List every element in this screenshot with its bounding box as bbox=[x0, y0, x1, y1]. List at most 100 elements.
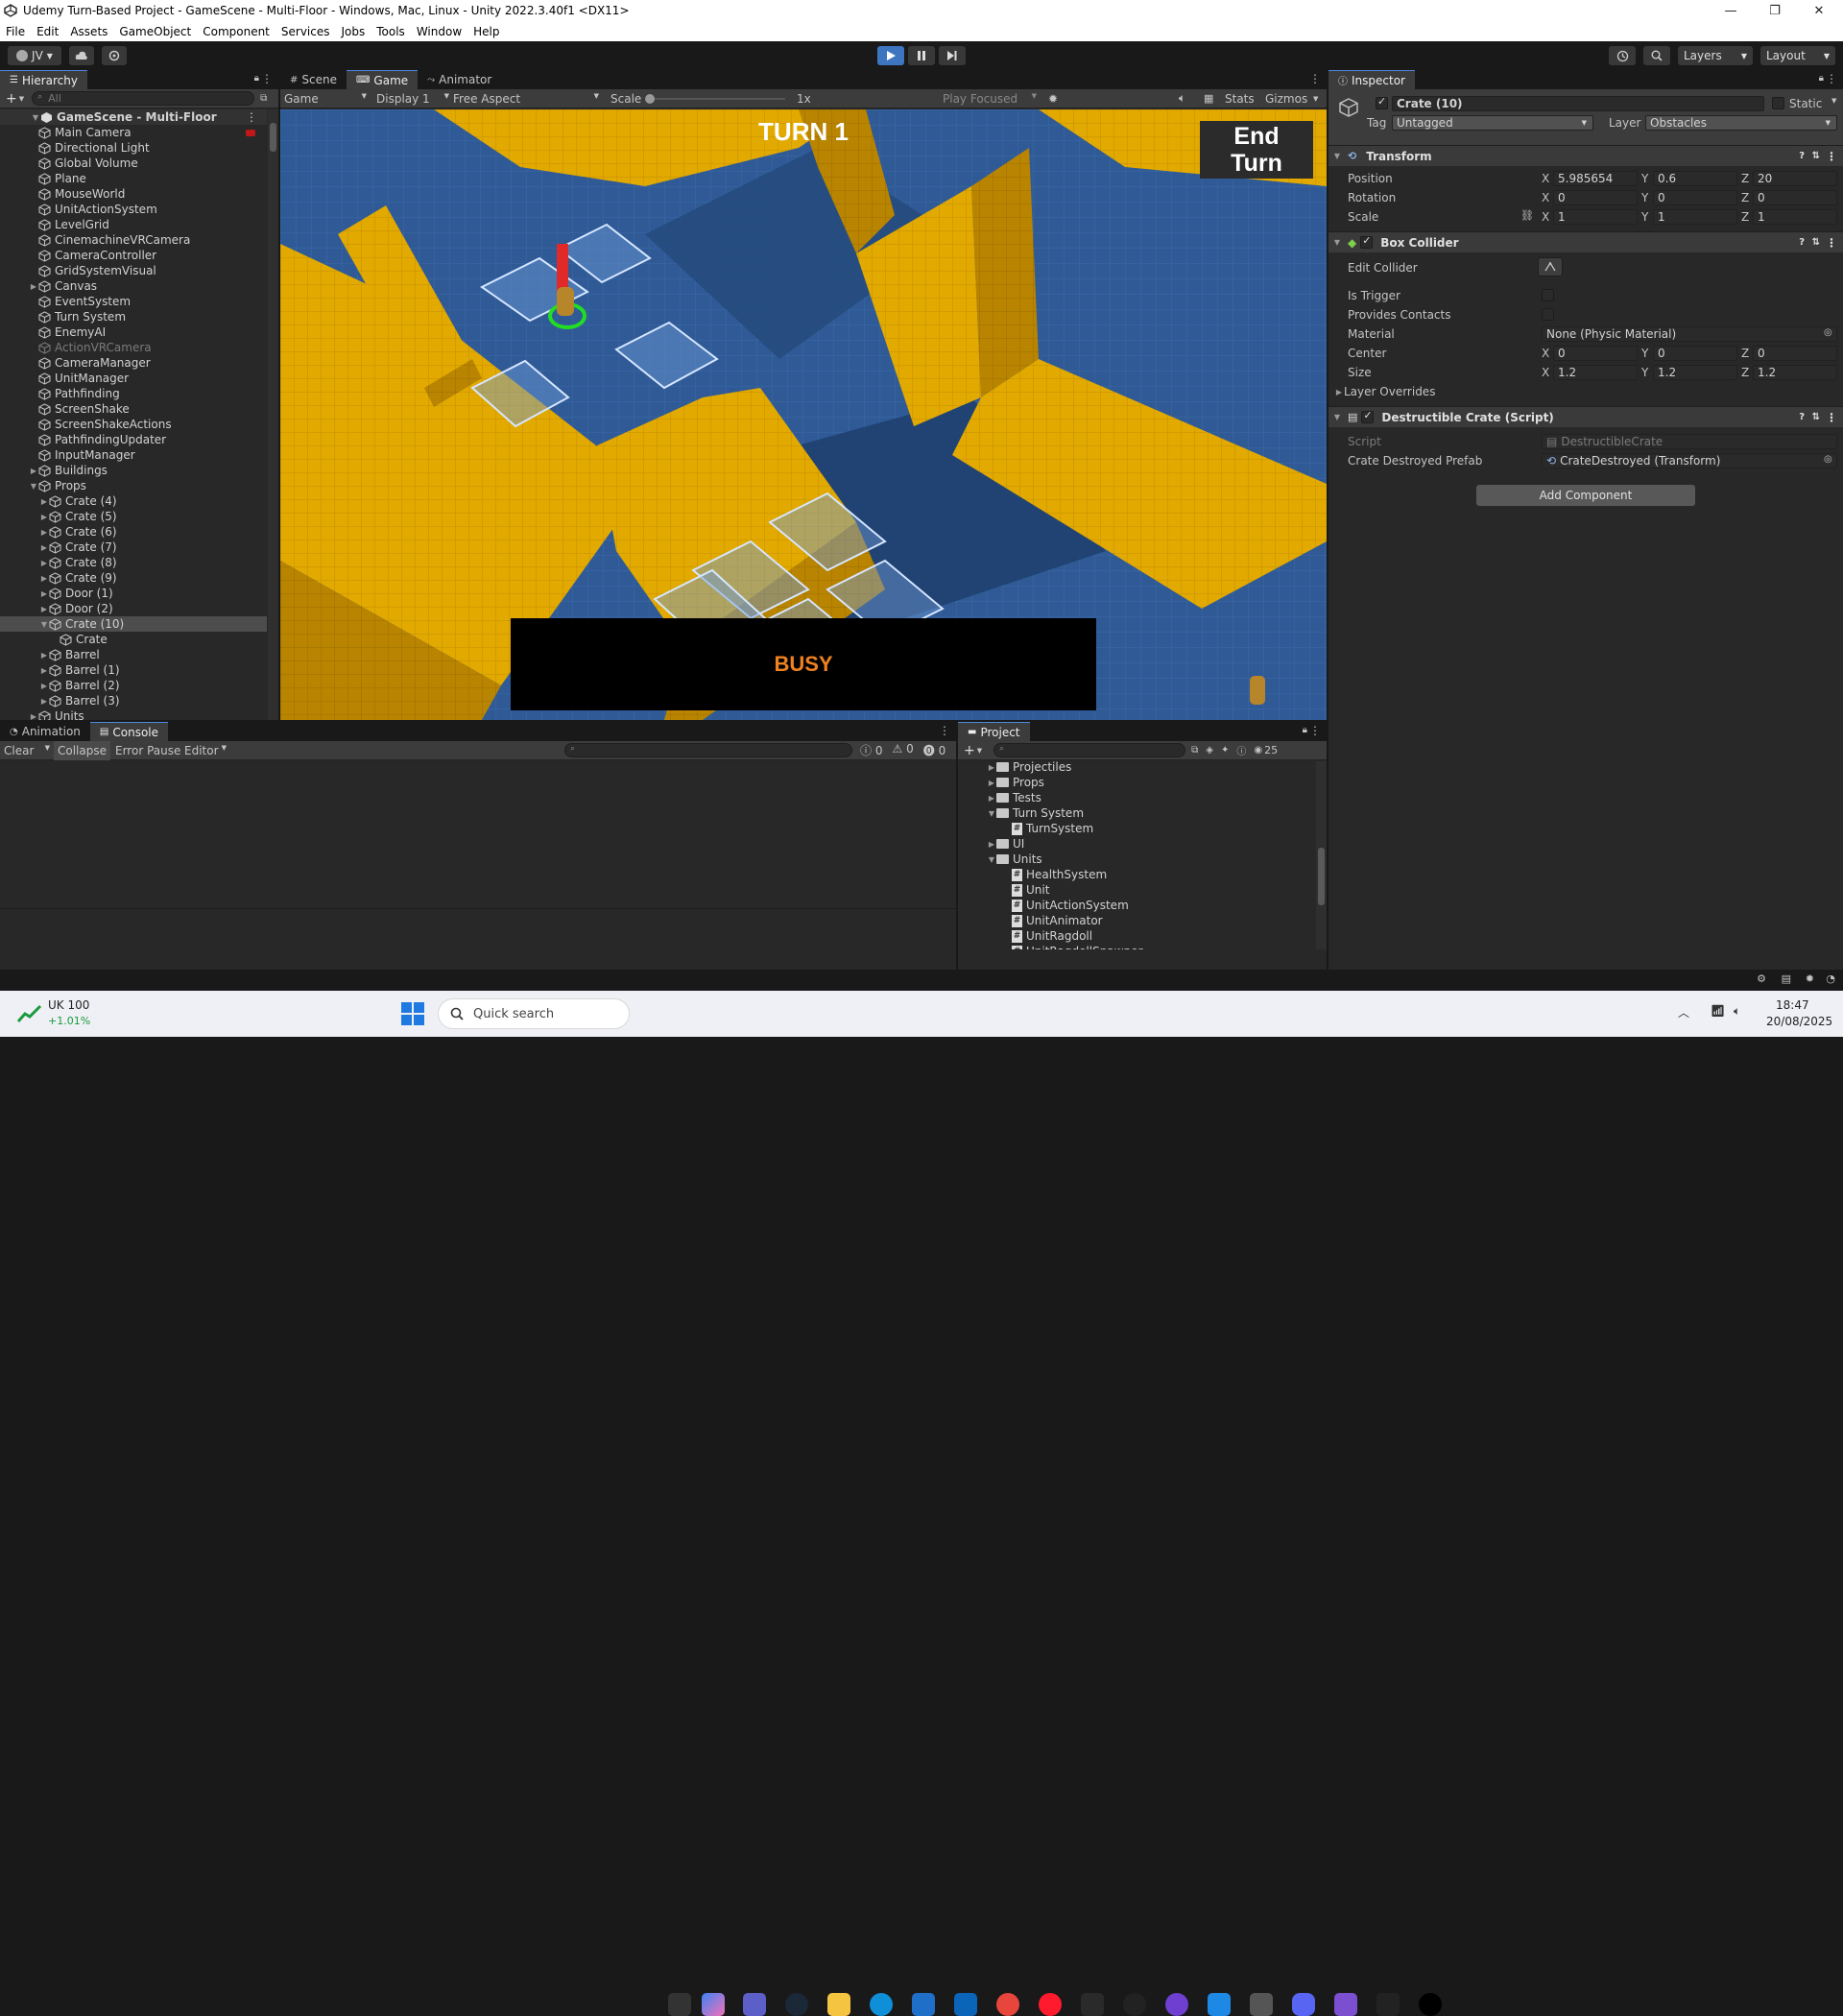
collab-button[interactable] bbox=[102, 46, 127, 65]
object-picker-icon[interactable]: ◎ bbox=[1824, 327, 1832, 338]
center-y-field[interactable]: 0 bbox=[1653, 346, 1737, 361]
menu-window[interactable]: Window bbox=[411, 25, 467, 38]
network-icon[interactable]: ⚙ bbox=[1757, 972, 1766, 985]
size-x-field[interactable]: 1.2 bbox=[1553, 365, 1638, 380]
constrain-proportions-icon[interactable]: ⛓ bbox=[1520, 209, 1534, 222]
hierarchy-item[interactable]: Pathfinding bbox=[0, 386, 267, 401]
hierarchy-item[interactable]: ▶ Canvas bbox=[0, 278, 267, 294]
clock-date[interactable]: 20/08/2025 bbox=[1766, 1015, 1832, 1028]
cloud-button[interactable] bbox=[69, 46, 94, 65]
expand-arrow-icon[interactable]: ▶ bbox=[39, 605, 49, 613]
unity-editor-icon[interactable] bbox=[1376, 1993, 1400, 2016]
kebab-menu-icon[interactable]: ⋮ bbox=[261, 72, 273, 85]
hierarchy-item[interactable]: PathfindingUpdater bbox=[0, 432, 267, 447]
project-item[interactable]: # UnitAnimator bbox=[958, 913, 1315, 928]
account-dropdown[interactable]: JV ▼ bbox=[8, 46, 61, 65]
expand-arrow-icon[interactable]: ▶ bbox=[39, 666, 49, 675]
wifi-icon[interactable]: 📶︎ bbox=[1711, 1004, 1725, 1018]
opera-icon[interactable] bbox=[1039, 1993, 1062, 2016]
hierarchy-item[interactable]: ▶ Barrel (2) bbox=[0, 678, 267, 693]
hierarchy-item[interactable]: ScreenShakeActions bbox=[0, 417, 267, 432]
hierarchy-item[interactable]: EnemyAI bbox=[0, 324, 267, 340]
expand-arrow-icon[interactable]: ▶ bbox=[39, 574, 49, 583]
position-x-field[interactable]: 5.985654 bbox=[1553, 171, 1638, 186]
search-by-label-icon[interactable]: ◈ bbox=[1206, 745, 1213, 756]
tab-scene[interactable]: # Scene bbox=[280, 70, 347, 89]
expand-arrow-icon[interactable]: ▼ bbox=[39, 620, 49, 629]
layer-dropdown[interactable]: Obstacles ▼ bbox=[1645, 115, 1837, 131]
project-search-input[interactable]: ⌕ bbox=[993, 743, 1186, 757]
menu-tools[interactable]: Tools bbox=[371, 25, 411, 38]
vscode-icon[interactable] bbox=[1208, 1993, 1231, 2016]
expand-arrow-icon[interactable]: ▶ bbox=[39, 559, 49, 567]
expand-arrow-icon[interactable]: ▶ bbox=[39, 528, 49, 537]
help-icon[interactable]: ? bbox=[1799, 151, 1805, 161]
scale-slider-handle[interactable] bbox=[645, 94, 655, 104]
edit-collider-button[interactable] bbox=[1538, 257, 1563, 276]
step-button[interactable] bbox=[939, 46, 966, 65]
position-y-field[interactable]: 0.6 bbox=[1653, 171, 1737, 186]
provides-contacts-checkbox[interactable] bbox=[1542, 308, 1554, 321]
hierarchy-item[interactable]: ▶ Door (2) bbox=[0, 601, 267, 616]
object-name-field[interactable]: Crate (10) bbox=[1392, 96, 1764, 111]
play-button[interactable] bbox=[877, 46, 904, 65]
tab-animator[interactable]: ⤳ Animator bbox=[418, 70, 501, 89]
transform-header[interactable]: ▼ ⟲ Transform ? ⇅ ⋮ bbox=[1328, 145, 1843, 166]
kebab-menu-icon[interactable]: ⋮ bbox=[1826, 411, 1837, 424]
info-count-toggle[interactable]: ⓘ 0 bbox=[860, 742, 882, 758]
scrollbar-thumb[interactable] bbox=[270, 123, 276, 152]
expand-arrow-icon[interactable]: ▼ bbox=[987, 855, 996, 864]
lock-icon[interactable]: 🔒︎ bbox=[1303, 725, 1307, 735]
kebab-menu-icon[interactable]: ⋮ bbox=[1826, 236, 1837, 250]
rotation-z-field[interactable]: 0 bbox=[1753, 190, 1837, 205]
taskbar-search-input[interactable]: Quick search bbox=[438, 998, 630, 1029]
expand-arrow-icon[interactable]: ▶ bbox=[39, 589, 49, 598]
tab-console[interactable]: ▤ Console bbox=[89, 722, 169, 741]
size-y-field[interactable]: 1.2 bbox=[1653, 365, 1737, 380]
collapse-toggle[interactable]: Collapse bbox=[54, 740, 110, 760]
windows-start-button[interactable] bbox=[401, 1002, 424, 1025]
expand-arrow-icon[interactable]: ▶ bbox=[39, 543, 49, 552]
hierarchy-item[interactable]: GridSystemVisual bbox=[0, 263, 267, 278]
maximize-button[interactable]: ❐ bbox=[1753, 0, 1797, 21]
rotation-x-field[interactable]: 0 bbox=[1553, 190, 1638, 205]
bug-icon[interactable]: ✹ bbox=[1048, 92, 1058, 106]
object-picker-icon[interactable]: ◎ bbox=[1824, 454, 1832, 465]
eye-icon[interactable]: ◉ bbox=[1254, 745, 1262, 756]
chevron-down-icon[interactable]: ▼ bbox=[977, 747, 982, 755]
hierarchy-item[interactable]: ▶ Crate (9) bbox=[0, 570, 267, 586]
project-item[interactable]: # TurnSystem bbox=[958, 821, 1315, 836]
hierarchy-item[interactable]: ▶ Units bbox=[0, 708, 267, 720]
error-pause-toggle[interactable]: Error Pause bbox=[115, 744, 180, 757]
static-checkbox[interactable] bbox=[1772, 97, 1784, 109]
box-collider-enabled-checkbox[interactable]: ✓ bbox=[1360, 234, 1374, 249]
undo-history-button[interactable] bbox=[1609, 46, 1636, 65]
kebab-menu-icon[interactable]: ⋮ bbox=[1309, 724, 1321, 737]
box-collider-header[interactable]: ▼ ◆ ✓ Box Collider ? ⇅ ⋮ bbox=[1328, 231, 1843, 252]
add-icon[interactable]: + bbox=[6, 91, 17, 107]
aspect-dropdown[interactable]: Free Aspect ▼ bbox=[453, 92, 599, 106]
layers-dropdown[interactable]: Layers ▼ bbox=[1678, 46, 1753, 65]
hierarchy-item[interactable]: ▶ Crate (8) bbox=[0, 555, 267, 570]
hierarchy-item[interactable]: ▶ Crate (6) bbox=[0, 524, 267, 540]
play-mode-dropdown[interactable]: Play Focused ▼ bbox=[943, 92, 1037, 106]
kebab-menu-icon[interactable]: ⋮ bbox=[1826, 72, 1837, 85]
end-turn-button[interactable]: End Turn bbox=[1200, 121, 1313, 179]
game-app-icon[interactable] bbox=[1081, 1993, 1104, 2016]
hierarchy-search-input[interactable]: ⌕ All bbox=[32, 91, 255, 106]
project-item[interactable]: ▼ Units bbox=[958, 852, 1315, 867]
minimize-button[interactable]: — bbox=[1709, 0, 1753, 21]
volume-icon[interactable]: 🔈︎ bbox=[1734, 1004, 1740, 1019]
hierarchy-item[interactable]: Directional Light bbox=[0, 140, 267, 156]
project-item[interactable]: ▶ Tests bbox=[958, 790, 1315, 805]
menu-assets[interactable]: Assets bbox=[64, 25, 113, 38]
scene-filter-icon[interactable]: ⧉ bbox=[260, 93, 267, 104]
hierarchy-item[interactable]: CameraManager bbox=[0, 355, 267, 371]
help-icon[interactable]: ? bbox=[1799, 412, 1805, 422]
menu-gameobject[interactable]: GameObject bbox=[113, 25, 197, 38]
hierarchy-item[interactable]: EventSystem bbox=[0, 294, 267, 309]
file-explorer-icon[interactable] bbox=[827, 1993, 850, 2016]
hierarchy-item[interactable]: InputManager bbox=[0, 447, 267, 463]
project-scrollbar[interactable] bbox=[1316, 761, 1327, 949]
hierarchy-item[interactable]: Turn System bbox=[0, 309, 267, 324]
